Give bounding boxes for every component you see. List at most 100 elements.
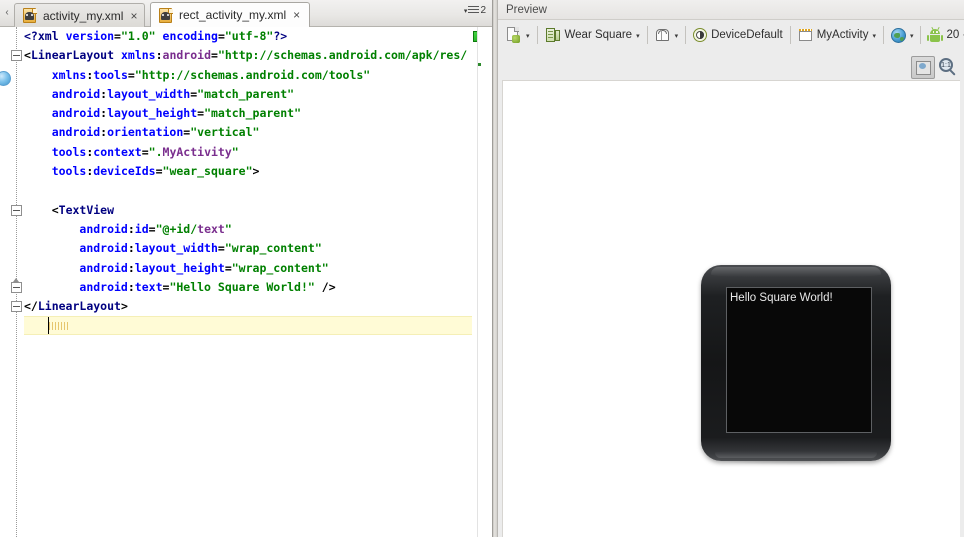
code-token: orientation: [107, 125, 184, 140]
lint-info-icon[interactable]: [0, 71, 11, 86]
code-token: ".: [148, 144, 163, 159]
code-token: ": [224, 221, 232, 236]
code-line: android:layout_width="match_parent": [24, 85, 472, 104]
code-token: layout_width: [134, 241, 218, 256]
code-token: layout_height: [107, 106, 198, 121]
device-chooser-label: Wear Square: [564, 29, 633, 41]
code-token: xmlns: [51, 67, 87, 82]
orientation-chooser-button[interactable]: ▾: [650, 23, 684, 47]
code-token: LinearLayout: [30, 48, 115, 63]
theme-chooser-button[interactable]: DeviceDefault: [688, 23, 788, 47]
code-token: "match_parent": [204, 106, 301, 121]
code-token: </: [24, 299, 38, 314]
code-token: "vertical": [190, 125, 260, 140]
wear-square-device-preview[interactable]: Hello Square World!: [698, 263, 894, 468]
code-token: TextView: [58, 202, 115, 217]
editor-vertical-scrollbar[interactable]: [477, 27, 492, 537]
device-chooser-button[interactable]: Wear Square ▾: [540, 23, 645, 47]
toolbar-separator: [536, 26, 538, 44]
code-line: android:layout_height="match_parent": [24, 104, 472, 123]
tab-activity-my-xml[interactable]: activity_my.xml ×: [14, 3, 145, 27]
config-chooser-button[interactable]: ▾: [501, 23, 535, 47]
code-token: text: [134, 279, 163, 294]
tab-label: activity_my.xml: [43, 8, 124, 23]
toolbar-separator: [789, 26, 791, 44]
android-icon: [927, 26, 944, 42]
code-token: tools: [51, 164, 87, 179]
tab-close-icon[interactable]: ×: [291, 9, 300, 21]
device-screen[interactable]: Hello Square World!: [726, 287, 872, 433]
android-xml-file-icon: [23, 8, 38, 23]
preview-toolbar: ▾ Wear Square ▾ ▾ DeviceDefault MyActivi…: [498, 21, 964, 49]
toolbar-separator: [882, 26, 884, 44]
fold-toggle-icon[interactable]: [11, 50, 22, 62]
zoom-to-fit-button[interactable]: [911, 56, 935, 79]
code-token: version: [65, 29, 115, 43]
list-icon: [468, 6, 480, 15]
code-token: :: [127, 221, 135, 236]
code-token: MyActivity: [162, 144, 232, 159]
code-token: android: [51, 125, 101, 140]
code-token: android: [79, 279, 128, 294]
code-token: =: [127, 67, 135, 82]
code-token: =: [224, 260, 232, 275]
code-token: ": [231, 144, 239, 159]
globe-icon: [890, 27, 906, 43]
fold-toggle-icon[interactable]: [11, 277, 22, 293]
scrollbar-marker: [478, 63, 481, 66]
code-line: android:layout_width="wrap_content": [24, 239, 472, 258]
tab-list-overflow-button[interactable]: ▾ 2: [464, 5, 486, 16]
preview-zoom-toolbar: 1:1: [911, 56, 958, 79]
code-token: =: [217, 29, 225, 43]
tab-scroll-left-icon[interactable]: ‹: [2, 6, 12, 20]
code-token: ?>: [273, 29, 288, 43]
code-token: id: [134, 221, 149, 236]
code-token: =: [114, 29, 121, 43]
api-level-chooser-button[interactable]: 20 ▾: [923, 23, 964, 47]
code-token: tools: [93, 67, 128, 82]
code-line: tools:deviceIds="wear_square">: [24, 162, 472, 181]
code-text[interactable]: <?xml version="1.0" encoding="utf-8"?> <L…: [24, 27, 472, 537]
code-token: android: [79, 260, 128, 275]
chevron-down-icon: ▾: [909, 33, 914, 40]
orientation-icon: [655, 28, 671, 42]
document-config-icon: [506, 27, 522, 43]
toolbar-separator: [920, 26, 922, 44]
tab-rect-activity-my-xml[interactable]: rect_activity_my.xml ×: [150, 2, 310, 27]
api-level-label: 20: [946, 29, 960, 41]
code-token: =: [217, 241, 225, 256]
preview-header: Preview: [498, 0, 964, 20]
code-token: encoding: [162, 29, 218, 43]
editor-body[interactable]: <?xml version="1.0" encoding="utf-8"?> <L…: [0, 27, 492, 537]
code-line: <TextView: [24, 201, 472, 220]
code-token: "wrap_content": [224, 241, 322, 256]
code-token: >: [252, 164, 260, 179]
screen-textview-text: Hello Square World!: [730, 292, 833, 304]
locale-chooser-button[interactable]: ▾: [886, 23, 919, 47]
code-token: <: [51, 202, 59, 217]
code-token: LinearLayout: [37, 299, 121, 314]
fold-toggle-icon[interactable]: [11, 301, 22, 313]
code-token: xml: [37, 29, 59, 43]
code-token: text: [197, 221, 225, 236]
code-token: :: [127, 279, 135, 294]
activity-chooser-button[interactable]: MyActivity ▾: [793, 23, 881, 47]
code-token: layout_width: [107, 86, 191, 101]
chevron-down-icon: ▾: [674, 33, 679, 40]
editor-gutter[interactable]: [0, 27, 24, 537]
tab-close-icon[interactable]: ×: [128, 10, 137, 22]
fold-toggle-icon[interactable]: [11, 204, 22, 216]
chevron-down-icon: ▾: [636, 33, 640, 40]
fit-screen-icon-inner: [919, 63, 926, 69]
code-token: "wrap_content": [231, 260, 329, 275]
code-token: android: [51, 86, 101, 101]
preview-canvas[interactable]: Hello Square World!: [502, 80, 960, 537]
zoom-actual-size-button[interactable]: 1:1: [939, 58, 958, 77]
code-line: android:orientation="vertical": [24, 123, 472, 142]
chevron-down-icon: ▾: [526, 33, 530, 40]
toolbar-separator: [646, 26, 648, 44]
